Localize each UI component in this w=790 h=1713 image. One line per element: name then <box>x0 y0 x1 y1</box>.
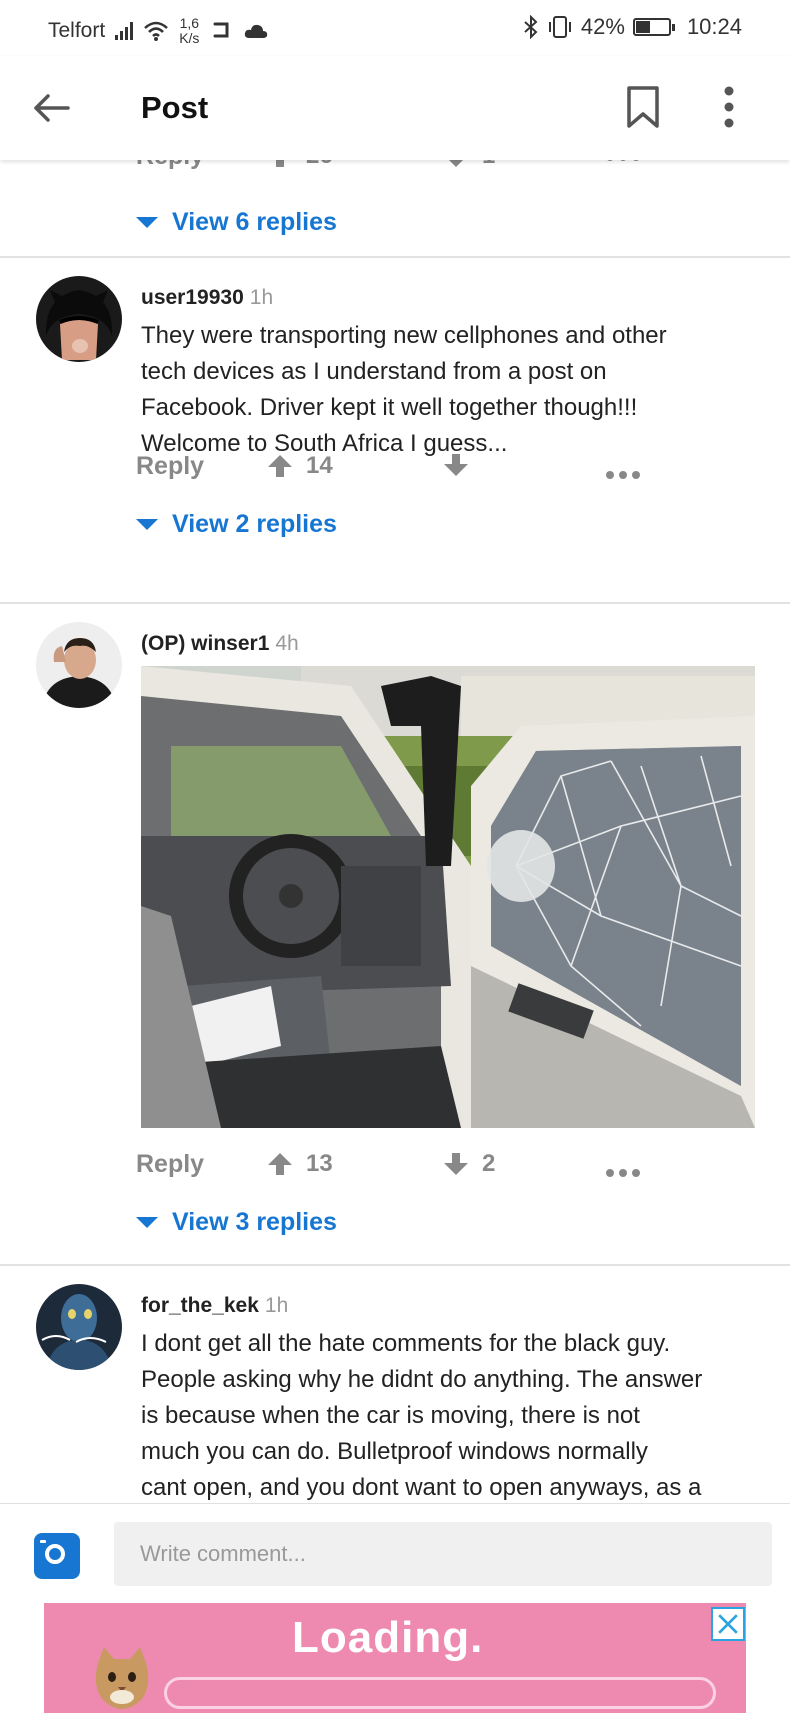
battery-icon <box>632 18 675 36</box>
sync-icon <box>213 22 229 38</box>
downvote-button[interactable]: 1 <box>442 160 495 170</box>
comment-composer: Loading. <box>0 1503 790 1713</box>
camera-icon[interactable] <box>34 1533 80 1579</box>
ad-text: Loading. <box>292 1613 484 1662</box>
more-vertical-icon[interactable] <box>712 84 746 130</box>
network-speed: 1,6 K/s <box>179 15 200 46</box>
comment-feed[interactable]: Reply 26 1 View 6 replies user19 <box>0 160 790 1503</box>
ad-banner[interactable]: Loading. <box>44 1603 746 1713</box>
comment-input[interactable] <box>114 1522 772 1586</box>
comment-actions: Reply 14 <box>0 448 790 488</box>
username[interactable]: for_the_kek <box>141 1294 259 1317</box>
timestamp: 1h <box>249 286 274 309</box>
previous-comment-actions: Reply 26 1 <box>0 160 790 182</box>
avatar[interactable] <box>36 622 122 708</box>
downvote-count: 1 <box>482 160 495 170</box>
reply-button[interactable]: Reply <box>136 452 204 481</box>
arrow-up-icon <box>276 160 284 167</box>
cat-icon <box>95 1647 149 1709</box>
upvote-button[interactable]: 26 <box>266 160 333 170</box>
downvote-button[interactable] <box>442 452 482 478</box>
upvote-count: 13 <box>306 1150 333 1177</box>
view-replies-link[interactable]: View 2 replies <box>136 510 337 539</box>
avatar[interactable] <box>36 276 122 362</box>
triangle-down-icon <box>136 519 158 530</box>
comment-image[interactable] <box>141 666 755 1128</box>
reply-button[interactable]: Reply <box>136 1150 204 1179</box>
bookmark-icon[interactable] <box>624 84 662 130</box>
username[interactable]: (OP) winser1 <box>141 632 269 655</box>
arrow-down-icon <box>444 454 468 476</box>
timestamp: 1h <box>264 1294 289 1317</box>
view-replies-link[interactable]: View 3 replies <box>136 1208 337 1237</box>
upvote-button[interactable]: 13 <box>266 1150 333 1178</box>
downvote-button[interactable]: 2 <box>442 1150 495 1178</box>
clock: 10:24 <box>686 14 742 39</box>
username[interactable]: user19930 <box>141 286 244 309</box>
arrow-left-icon[interactable] <box>30 86 74 130</box>
vibrate-icon <box>548 16 571 38</box>
cloud-icon <box>245 24 268 38</box>
comment-meta: (OP) winser1 4h <box>141 632 299 656</box>
close-icon[interactable] <box>711 1607 745 1641</box>
wifi-icon <box>144 21 169 41</box>
upvote-count: 26 <box>306 160 333 170</box>
more-horizontal-icon[interactable] <box>605 1160 641 1186</box>
comment-actions: Reply 13 2 <box>0 1146 790 1186</box>
avatar[interactable] <box>36 1284 122 1370</box>
arrow-down-icon <box>449 160 463 167</box>
triangle-down-icon <box>136 217 158 228</box>
comment-text: I dont get all the hate comments for the… <box>141 1330 703 1501</box>
upvote-count: 14 <box>306 452 333 479</box>
comment-meta: for_the_kek 1h <box>141 1294 288 1318</box>
signal-icon <box>115 22 134 40</box>
timestamp: 4h <box>275 632 299 655</box>
ad-loading-bar <box>164 1677 716 1709</box>
comment-text: They were transporting new cellphones an… <box>141 322 667 457</box>
status-bar: Telfort 1,6 K/s 42% 10:24 <box>0 0 790 56</box>
more-horizontal-icon[interactable] <box>605 160 641 162</box>
page-title: Post <box>141 90 209 125</box>
battery-percent: 42% <box>580 14 625 39</box>
top-app-bar: Post <box>0 56 790 160</box>
carrier-name: Telfort <box>48 19 106 42</box>
arrow-up-icon <box>268 1153 292 1175</box>
comment-item: (OP) winser1 4h Reply 13 2 View 3 replie… <box>0 604 790 1264</box>
comment-item: for_the_kek 1h I dont get all the hate co… <box>0 1266 790 1503</box>
comment-meta: user19930 1h <box>141 286 273 310</box>
upvote-button[interactable]: 14 <box>266 452 333 480</box>
more-horizontal-icon[interactable] <box>605 462 641 488</box>
arrow-down-icon <box>444 1153 468 1175</box>
triangle-down-icon <box>136 1217 158 1228</box>
bluetooth-icon <box>524 15 538 39</box>
downvote-count: 2 <box>482 1150 496 1177</box>
reply-button[interactable]: Reply <box>136 160 204 171</box>
view-replies-link[interactable]: View 6 replies <box>136 208 337 237</box>
arrow-up-icon <box>268 455 292 477</box>
